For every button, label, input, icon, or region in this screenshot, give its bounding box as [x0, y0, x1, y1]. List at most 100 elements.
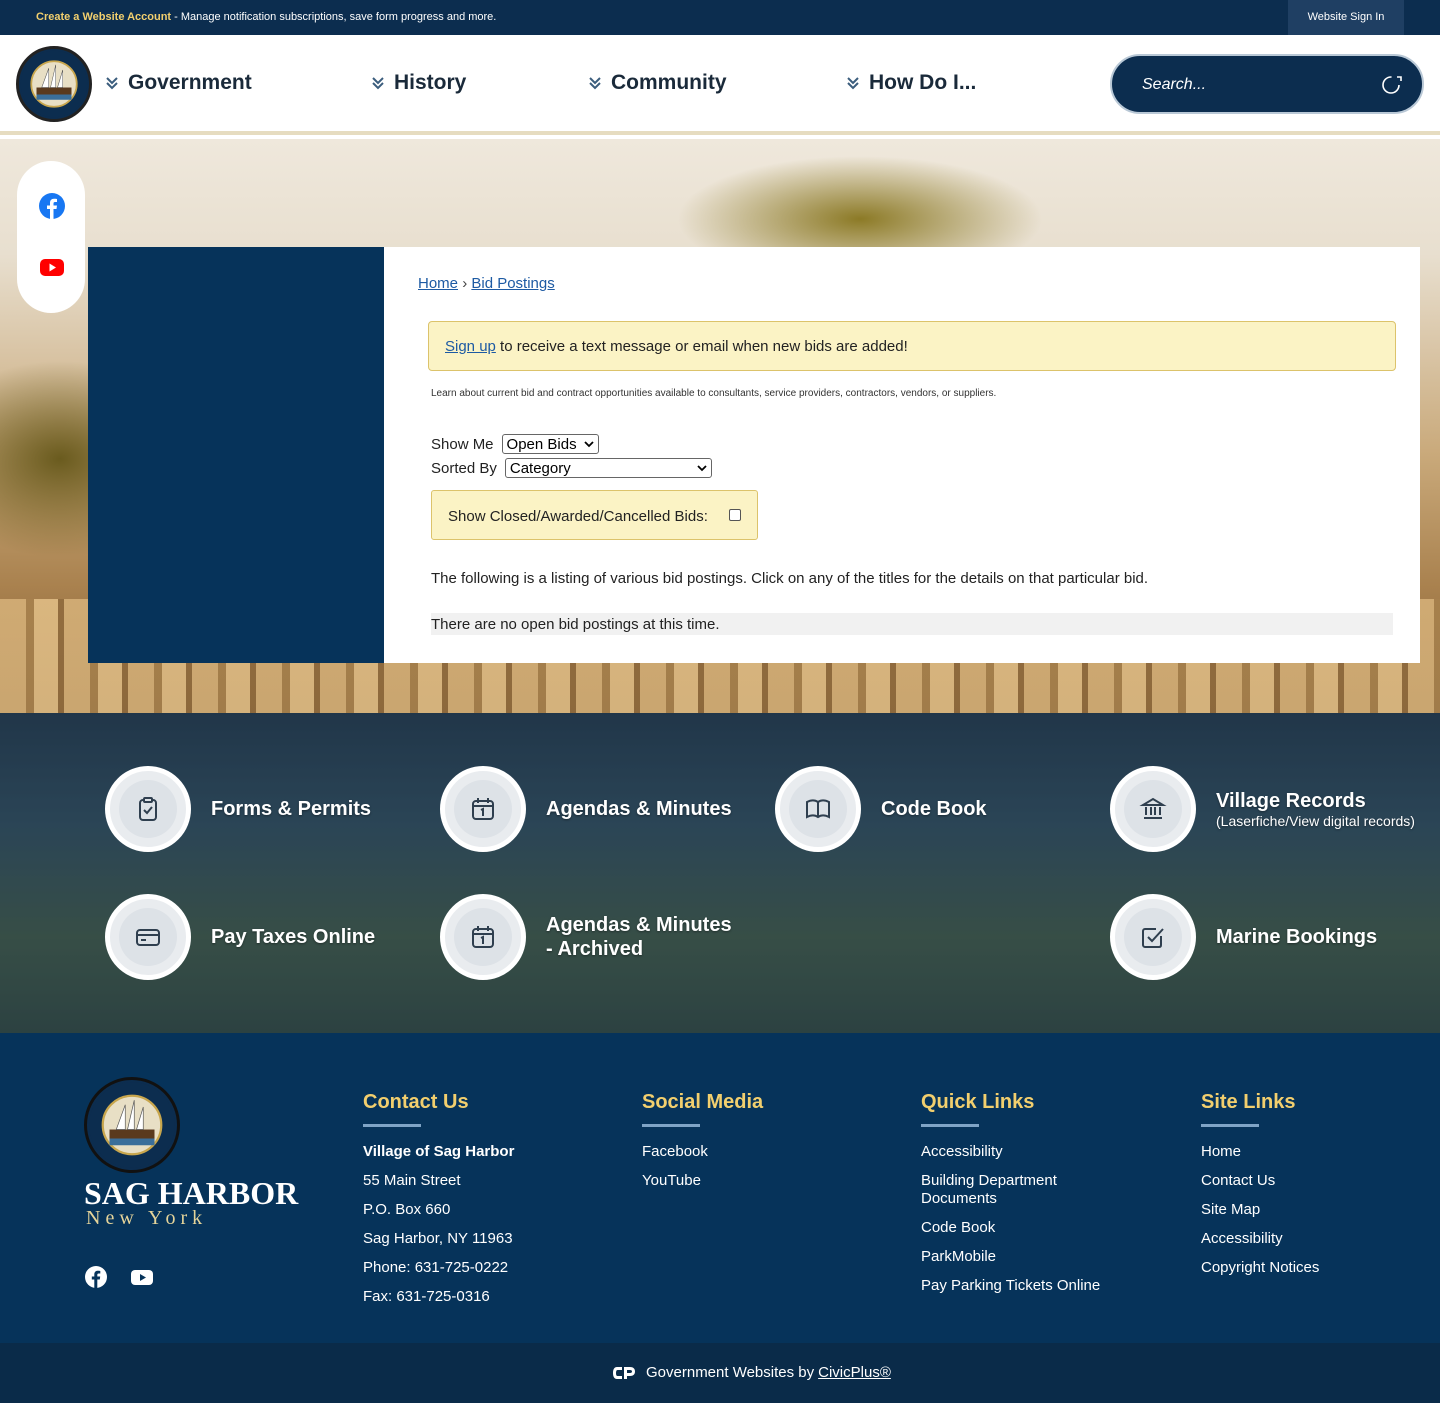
site-logo[interactable]	[16, 46, 92, 122]
quick-link-title: Agendas & Minutes	[546, 798, 732, 820]
search-input[interactable]: Search...	[1142, 76, 1206, 94]
quick-links-band: Forms & Permits Agendas & Minutes Code B…	[0, 713, 1440, 1033]
contact-phone: Phone: 631-725-0222	[363, 1259, 509, 1276]
sorted-by-select[interactable]: Category	[504, 458, 712, 478]
footer-link[interactable]: Copyright Notices	[1201, 1259, 1319, 1277]
nav-label: History	[394, 71, 467, 94]
show-me-select[interactable]: Open Bids	[501, 434, 599, 454]
heading-divider	[642, 1124, 700, 1127]
footer-link[interactable]: Accessibility	[1201, 1230, 1319, 1248]
breadcrumb-home-link[interactable]: Home	[418, 275, 458, 292]
closed-bids-checkbox[interactable]	[729, 509, 741, 521]
footer-contact-heading[interactable]: Contact Us	[363, 1091, 514, 1114]
closed-bids-label: Show Closed/Awarded/Cancelled Bids:	[448, 508, 708, 525]
footer-link[interactable]: Home	[1201, 1143, 1319, 1161]
nav-community[interactable]: Community	[587, 71, 727, 95]
footer-contact-column: Contact Us Village of Sag Harbor 55 Main…	[363, 1091, 514, 1317]
search-box[interactable]: Search...	[1110, 54, 1424, 114]
search-icon[interactable]	[1380, 73, 1404, 97]
footer-social-column: Social Media Facebook YouTube	[642, 1091, 763, 1201]
sorted-by-value: Category	[509, 459, 571, 477]
sag-harbor-seal-icon	[89, 1082, 175, 1168]
top-utility-bar: Create a Website Account - Manage notifi…	[0, 0, 1440, 35]
footer-site-links-heading[interactable]: Site Links	[1201, 1091, 1319, 1114]
listing-description: The following is a listing of various bi…	[431, 570, 1149, 587]
heading-divider	[1201, 1124, 1259, 1127]
quick-link-title: Village Records	[1216, 789, 1366, 812]
bottom-credit-bar: Government Websites by CivicPlus®	[0, 1343, 1440, 1403]
credit-card-icon	[136, 929, 160, 946]
nav-label: Government	[128, 71, 252, 94]
sorted-by-label: Sorted By	[431, 459, 497, 477]
sign-up-link[interactable]: Sign up	[445, 338, 496, 355]
quick-link-icon-circle	[105, 894, 191, 980]
footer-quick-links-column: Quick Links Accessibility Building Depar…	[921, 1091, 1121, 1306]
facebook-icon[interactable]	[38, 192, 66, 220]
quick-link-pay-taxes[interactable]: Pay Taxes Online	[105, 894, 375, 980]
footer-logo[interactable]	[84, 1077, 180, 1173]
no-bids-message: There are no open bid postings at this t…	[431, 613, 1393, 635]
heading-divider	[921, 1124, 979, 1127]
account-notice-text: - Manage notification subscriptions, sav…	[171, 11, 497, 23]
quick-link-marine-bookings[interactable]: Marine Bookings	[1110, 894, 1377, 980]
breadcrumb: Home › Bid Postings	[418, 275, 555, 292]
footer-link[interactable]: ParkMobile	[921, 1248, 1121, 1266]
quick-link-agendas-minutes[interactable]: Agendas & Minutes	[440, 766, 732, 852]
civicplus-credit: Government Websites by CivicPlus®	[612, 1364, 891, 1381]
youtube-icon[interactable]	[38, 253, 66, 281]
quick-link-icon-circle	[440, 894, 526, 980]
footer-link[interactable]: Site Map	[1201, 1201, 1319, 1219]
book-icon	[806, 799, 830, 819]
contact-org-name: Village of Sag Harbor	[363, 1143, 515, 1160]
footer-link[interactable]: Accessibility	[921, 1143, 1121, 1161]
quick-link-village-records[interactable]: Village Records (Laserfiche/View digital…	[1110, 766, 1415, 852]
create-account-link[interactable]: Create a Website Account	[36, 11, 171, 23]
nav-history[interactable]: History	[370, 71, 466, 95]
footer-quick-links-heading[interactable]: Quick Links	[921, 1091, 1121, 1114]
website-sign-in-button[interactable]: Website Sign In	[1288, 0, 1404, 35]
floating-social-bar	[17, 161, 85, 313]
footer-link[interactable]: Pay Parking Tickets Online	[921, 1277, 1121, 1295]
contact-fax: Fax: 631-725-0316	[363, 1288, 490, 1305]
calendar-icon	[472, 798, 494, 820]
quick-link-forms-permits[interactable]: Forms & Permits	[105, 766, 371, 852]
closed-bids-toggle-box: Show Closed/Awarded/Cancelled Bids:	[431, 490, 758, 540]
quick-link-icon-circle	[775, 766, 861, 852]
site-header: Government History Community How Do I...…	[0, 35, 1440, 135]
quick-link-title: Marine Bookings	[1216, 926, 1378, 948]
quick-link-title: Code Book	[881, 798, 987, 820]
footer-link-facebook[interactable]: Facebook	[642, 1143, 763, 1161]
footer-link[interactable]: Contact Us	[1201, 1172, 1319, 1190]
quick-link-subtitle: (Laserfiche/View digital records)	[1216, 812, 1415, 829]
chevron-down-icon	[372, 77, 384, 90]
facebook-icon[interactable]	[84, 1265, 108, 1289]
quick-link-text: Village Records (Laserfiche/View digital…	[1216, 789, 1415, 830]
show-me-label: Show Me	[431, 435, 494, 453]
checkbox-icon	[1142, 928, 1164, 948]
contact-line: 55 Main Street	[363, 1172, 461, 1189]
account-notice: Create a Website Account - Manage notifi…	[36, 11, 496, 23]
footer-social-heading: Social Media	[642, 1091, 764, 1113]
youtube-icon[interactable]	[130, 1265, 154, 1289]
show-me-filter: Show Me Open Bids	[431, 434, 599, 454]
quick-link-agendas-archived[interactable]: Agendas & Minutes - Archived	[440, 894, 736, 980]
signup-alert: Sign up to receive a text message or ema…	[428, 321, 1396, 371]
breadcrumb-bid-postings-link[interactable]: Bid Postings	[471, 275, 554, 292]
footer-link[interactable]: Building Department Documents	[921, 1172, 1081, 1208]
sorted-by-filter: Sorted By Category	[431, 458, 712, 478]
chevron-down-icon	[106, 77, 118, 90]
footer-link-youtube[interactable]: YouTube	[642, 1172, 763, 1190]
nav-how-do-i[interactable]: How Do I...	[845, 71, 976, 95]
chevron-down-icon	[583, 441, 594, 448]
bid-intro-text: Learn about current bid and contract opp…	[431, 388, 997, 399]
site-footer: SAG HARBOR New York Contact Us Village o…	[0, 1033, 1440, 1343]
chevron-down-icon	[697, 465, 707, 472]
civicplus-link[interactable]: CivicPlus®	[818, 1364, 891, 1381]
nav-government[interactable]: Government	[104, 71, 252, 95]
quick-link-title: Forms & Permits	[211, 798, 372, 820]
quick-link-code-book[interactable]: Code Book	[775, 766, 987, 852]
nav-label: How Do I...	[869, 71, 977, 94]
nav-label: Community	[611, 71, 727, 94]
footer-brand-subtitle: New York	[86, 1207, 208, 1229]
footer-link[interactable]: Code Book	[921, 1219, 1121, 1237]
